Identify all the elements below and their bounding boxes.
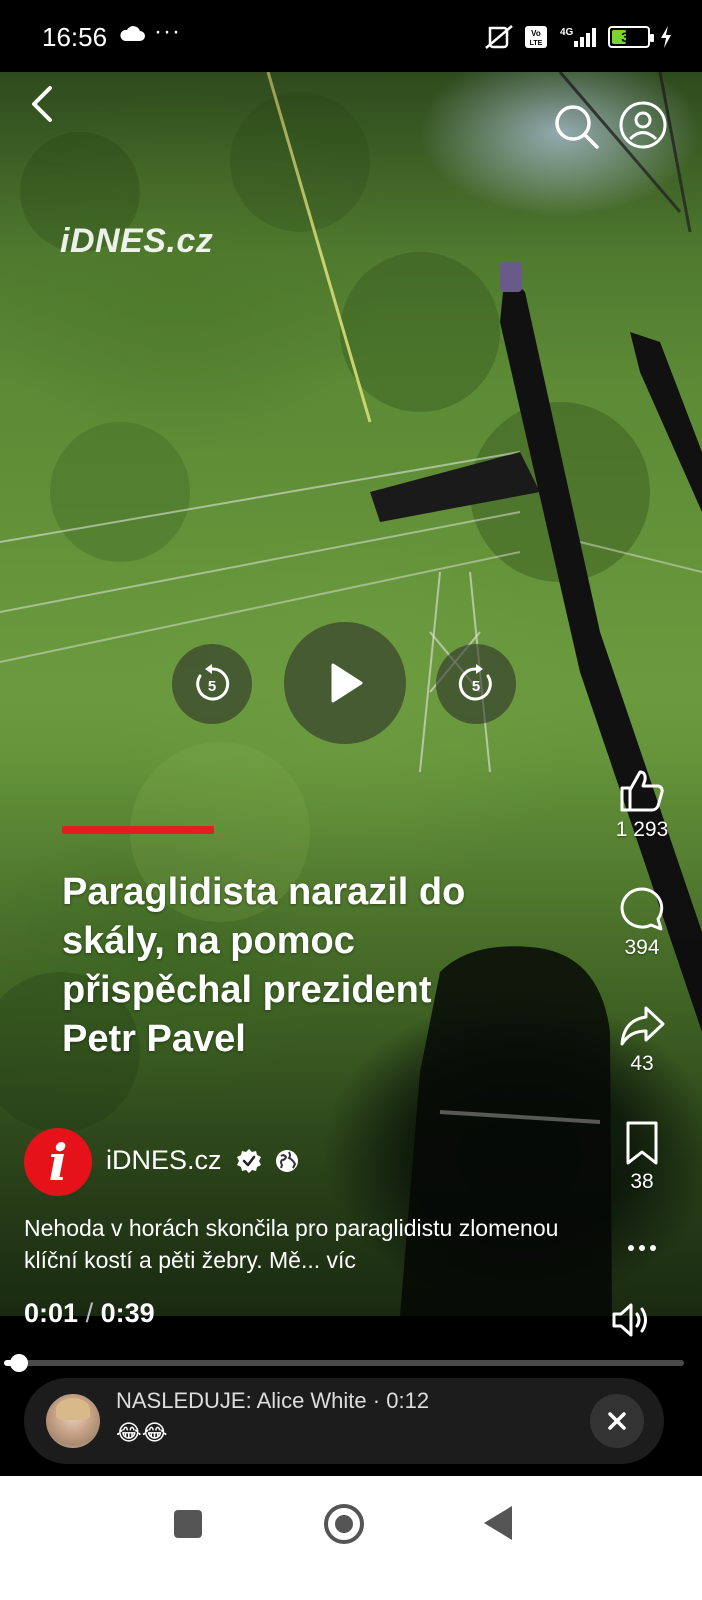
next-up-avatar (46, 1394, 100, 1448)
svg-text:LTE: LTE (530, 40, 543, 47)
system-back-button[interactable] (484, 1506, 512, 1540)
save-button[interactable]: 38 (602, 1120, 682, 1194)
current-time: 0:01 (24, 1298, 79, 1328)
signal-4g-icon: 4G (560, 27, 596, 47)
close-next-up-button[interactable] (590, 1394, 644, 1448)
more-options-button[interactable] (620, 1234, 664, 1262)
comment-count: 394 (624, 936, 660, 959)
next-up-emoji: 😂😂 (116, 1420, 168, 1445)
home-button[interactable] (324, 1504, 364, 1544)
share-icon (620, 1006, 665, 1046)
description-more-link[interactable]: víc (327, 1247, 356, 1273)
battery-icon: 34 (608, 26, 654, 48)
svg-text:Vo: Vo (531, 29, 541, 38)
progress-thumb[interactable] (10, 1354, 28, 1372)
bookmark-icon (626, 1121, 658, 1165)
battery-level: 34 (621, 29, 637, 45)
close-icon (608, 1412, 626, 1430)
charging-icon (661, 26, 671, 48)
verified-badge-icon (237, 1149, 261, 1173)
save-count: 38 (630, 1170, 654, 1193)
like-count: 1 293 (615, 818, 669, 841)
forward-5-button[interactable]: 5 (436, 644, 516, 724)
video-description[interactable]: Nehoda v horách skončila pro paraglidist… (24, 1212, 584, 1282)
play-icon (331, 663, 363, 703)
rewind-5-button[interactable]: 5 (172, 644, 252, 724)
rewind-icon: 5 (196, 664, 230, 701)
comment-icon (620, 887, 664, 931)
time-separator: / (85, 1298, 94, 1328)
progress-bar[interactable] (4, 1360, 684, 1366)
mute-vibrate-icon (485, 25, 513, 49)
next-up-label: NASLEDUJE: Alice White · 0:12 (116, 1388, 430, 1413)
volte-icon: Vo LTE (525, 26, 547, 48)
status-time: 16:56 (42, 22, 108, 52)
next-up-name: Alice White (256, 1388, 367, 1413)
volume-button[interactable] (610, 1300, 654, 1340)
next-up-banner[interactable]: NASLEDUJE: Alice White · 0:12 😂😂 (24, 1378, 664, 1464)
play-button[interactable] (284, 622, 406, 744)
duration: 0:39 (100, 1298, 155, 1328)
dot-icon (639, 1245, 645, 1251)
dot-icon (628, 1245, 634, 1251)
forward-seconds: 5 (472, 678, 480, 695)
author-avatar[interactable]: i (24, 1128, 92, 1196)
status-more-dots: ··· (154, 18, 181, 45)
back-button[interactable] (22, 82, 62, 126)
globe-icon (276, 1150, 298, 1172)
author-name[interactable]: iDNES.cz (106, 1145, 222, 1176)
svg-text:4G: 4G (560, 27, 574, 38)
status-bar: 16:56 ··· Vo LTE 4G 34 (0, 0, 702, 72)
recent-apps-button[interactable] (174, 1510, 202, 1538)
profile-button[interactable] (618, 100, 668, 150)
like-button[interactable]: 1 293 (602, 768, 682, 842)
cloud-icon (120, 26, 145, 41)
share-count: 43 (630, 1052, 654, 1075)
thumbs-up-icon (620, 770, 664, 812)
video-headline: Paraglidista narazil do skály, na pomoc … (62, 871, 466, 1060)
description-text: Nehoda v horách skončila pro paraglidist… (24, 1215, 559, 1273)
forward-icon: 5 (458, 664, 492, 701)
rewind-seconds: 5 (208, 678, 216, 695)
next-up-time: 0:12 (386, 1388, 430, 1413)
share-button[interactable]: 43 (602, 1004, 682, 1076)
video-watermark: iDNES.cz (60, 222, 214, 260)
dot-icon (650, 1245, 656, 1251)
headline-accent-bar (62, 826, 214, 834)
search-button[interactable] (552, 102, 600, 150)
comment-button[interactable]: 394 (602, 886, 682, 960)
system-nav-bar (0, 1476, 702, 1600)
playback-time: 0:01 / 0:39 (24, 1298, 155, 1329)
